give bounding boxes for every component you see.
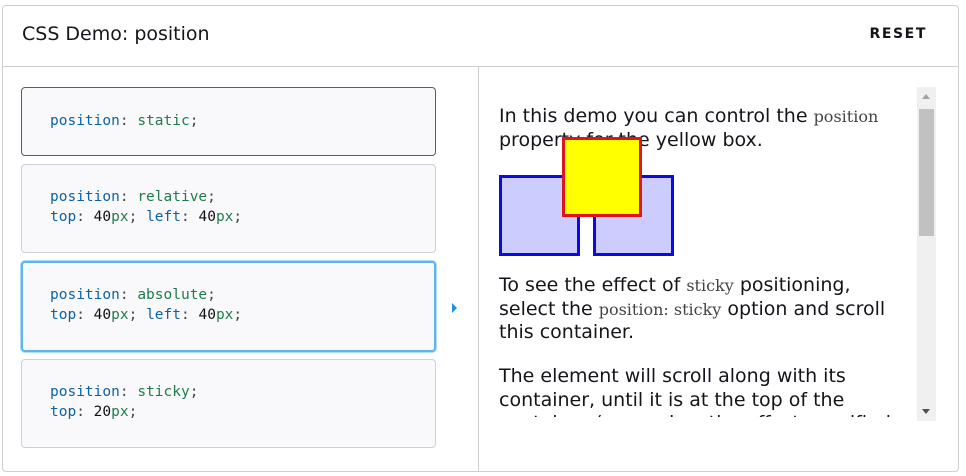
- text: The element will scroll along with its c…: [499, 365, 891, 417]
- code-property: top: [50, 404, 77, 420]
- code-colon: :: [76, 404, 94, 420]
- code-semicolon: ;: [233, 209, 243, 225]
- code-value: relative: [137, 189, 208, 205]
- vertical-scrollbar[interactable]: [917, 87, 936, 421]
- code-property: left: [146, 307, 181, 323]
- code-property: top: [50, 209, 77, 225]
- choice-relative[interactable]: position: relative; top: 40px; left: 40p…: [21, 164, 436, 253]
- code-value: absolute: [137, 287, 208, 303]
- code-property: top: [50, 307, 77, 323]
- scroll-paragraph: The element will scroll along with its c…: [499, 365, 909, 417]
- sticky-paragraph: To see the effect of sticky positioning,…: [499, 274, 909, 345]
- code-number: 20: [93, 404, 112, 420]
- demo-frame: CSS Demo: position RESET position: stati…: [2, 5, 959, 472]
- code-semicolon: ;: [207, 287, 216, 303]
- code-colon: :: [76, 307, 94, 323]
- code-value: static: [137, 113, 190, 129]
- text: To see the effect of: [499, 274, 687, 296]
- selected-indicator-icon: [452, 303, 457, 313]
- code-number: 40: [93, 307, 112, 323]
- code-number: 40: [198, 209, 216, 225]
- code-colon: :: [181, 307, 199, 323]
- code-unit: px: [111, 209, 129, 225]
- code-property: position: [50, 287, 120, 303]
- code-semicolon: ;: [128, 404, 138, 420]
- code-semicolon: ;: [128, 209, 147, 225]
- choice-absolute[interactable]: position: absolute; top: 40px; left: 40p…: [21, 261, 436, 352]
- code-semicolon: ;: [189, 384, 199, 400]
- inline-code: sticky: [686, 276, 734, 295]
- choices-panel: position: static; position: relative; to…: [3, 67, 479, 471]
- output-scroll-container[interactable]: In this demo you can control the positio…: [499, 87, 911, 417]
- code-colon: :: [181, 209, 199, 225]
- code-property: position: [50, 384, 120, 400]
- code-number: 40: [93, 209, 112, 225]
- text: In this demo you can control the: [499, 105, 814, 127]
- code-semicolon: ;: [128, 307, 147, 323]
- code-value: sticky: [137, 384, 190, 400]
- code-semicolon: ;: [189, 113, 199, 129]
- code-semicolon: ;: [233, 307, 243, 323]
- code-line: top: 40px; left: 40px;: [50, 207, 435, 227]
- code-unit: px: [111, 307, 129, 323]
- code-line: top: 20px;: [50, 402, 435, 422]
- scroll-up-icon[interactable]: [922, 94, 930, 99]
- scrollbar-thumb[interactable]: [919, 109, 934, 236]
- code-colon: :: [119, 113, 138, 129]
- code-property: left: [146, 209, 181, 225]
- code-semicolon: ;: [207, 189, 216, 205]
- header: CSS Demo: position RESET: [3, 6, 958, 67]
- yellow-box: [562, 137, 642, 217]
- scroll-down-icon[interactable]: [922, 409, 930, 414]
- code-property: position: [50, 113, 120, 129]
- code-unit: px: [215, 209, 234, 225]
- code-property: position: [50, 189, 120, 205]
- code-line: position: relative;: [50, 187, 435, 207]
- code-colon: :: [119, 287, 138, 303]
- code-colon: :: [119, 384, 138, 400]
- inline-code: position: sticky: [598, 299, 722, 319]
- code-line: position: sticky;: [50, 382, 435, 402]
- output-panel: In this demo you can control the positio…: [479, 67, 958, 471]
- inline-code: position: [813, 107, 879, 126]
- reset-button[interactable]: RESET: [869, 26, 927, 42]
- code-line: position: static;: [50, 111, 435, 131]
- code-unit: px: [111, 404, 129, 420]
- intro-paragraph: In this demo you can control the positio…: [499, 105, 909, 152]
- code-unit: px: [215, 307, 234, 323]
- code-number: 40: [198, 307, 216, 323]
- code-colon: :: [119, 189, 138, 205]
- choice-static[interactable]: position: static;: [21, 87, 436, 156]
- choice-sticky[interactable]: position: sticky; top: 20px;: [21, 359, 436, 448]
- code-line: top: 40px; left: 40px;: [50, 305, 434, 325]
- code-colon: :: [76, 209, 94, 225]
- page-title: CSS Demo: position: [22, 23, 210, 45]
- code-line: position: absolute;: [50, 285, 434, 305]
